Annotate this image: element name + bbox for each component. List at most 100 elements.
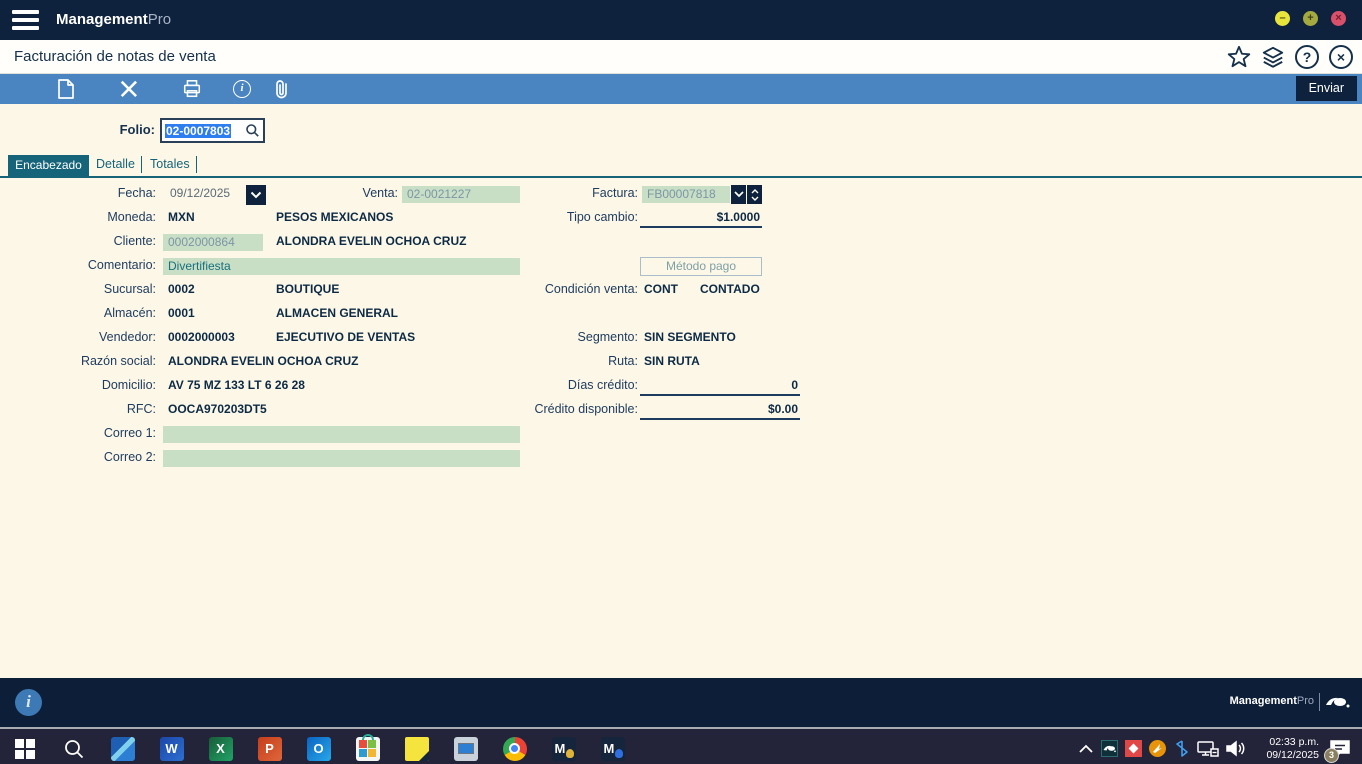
layers-icon[interactable] bbox=[1260, 44, 1286, 70]
search-icon[interactable] bbox=[245, 123, 260, 138]
tab-encabezado[interactable]: Encabezado bbox=[8, 155, 89, 176]
taskbar-clock[interactable]: 02:33 p.m. 09/12/2025 bbox=[1253, 736, 1319, 762]
tray-chevron-up-icon[interactable] bbox=[1078, 744, 1094, 754]
managementpro-app-gold-icon[interactable]: M bbox=[539, 731, 588, 764]
start-button[interactable] bbox=[0, 731, 49, 764]
cliente-name: ALONDRA EVELIN OCHOA CRUZ bbox=[276, 234, 466, 248]
notification-center-icon[interactable]: 3 bbox=[1326, 737, 1354, 761]
help-glyph: ? bbox=[1295, 45, 1319, 69]
send-button[interactable]: Enviar bbox=[1296, 76, 1357, 101]
almacen-code: 0001 bbox=[168, 306, 195, 320]
moneda-code: MXN bbox=[168, 210, 195, 224]
brand-bold: Management bbox=[56, 11, 148, 28]
cancel-icon[interactable] bbox=[118, 78, 140, 100]
factura-spinner-button[interactable] bbox=[747, 185, 762, 204]
comentario-label: Comentario: bbox=[0, 258, 156, 272]
page-header: Facturación de notas de venta ? × bbox=[0, 40, 1362, 74]
tray-network-icon[interactable] bbox=[1197, 740, 1219, 758]
managementpro-app-blue-icon[interactable]: M bbox=[588, 731, 637, 764]
blue-diagonal-app-icon[interactable] bbox=[98, 731, 147, 764]
vendedor-code: 0002000003 bbox=[168, 330, 235, 344]
moneda-name: PESOS MEXICANOS bbox=[276, 210, 393, 224]
tray-orange-swoosh-icon[interactable] bbox=[1149, 740, 1166, 757]
sticky-notes-icon[interactable] bbox=[392, 731, 441, 764]
comentario-field[interactable]: Divertifiesta bbox=[163, 258, 520, 275]
title-bar: ManagementPro – + × bbox=[0, 0, 1362, 40]
chrome-icon[interactable] bbox=[490, 731, 539, 764]
segmento-label: Segmento: bbox=[420, 330, 638, 344]
taskbar-search-icon[interactable] bbox=[49, 731, 98, 764]
footer-info-icon[interactable]: i bbox=[15, 689, 42, 716]
fecha-label: Fecha: bbox=[0, 186, 156, 200]
tab-divider bbox=[196, 156, 197, 173]
help-icon[interactable]: ? bbox=[1294, 44, 1320, 70]
page-title: Facturación de notas de venta bbox=[14, 48, 216, 65]
folio-value: 02-0007803 bbox=[165, 124, 231, 138]
brand-light: Pro bbox=[148, 11, 171, 28]
windows-taskbar: W X P O M M bbox=[0, 727, 1362, 764]
footer-brand: ManagementPro bbox=[1230, 695, 1314, 707]
minimize-button[interactable]: – bbox=[1275, 11, 1290, 26]
sucursal-name: BOUTIQUE bbox=[276, 282, 339, 296]
credito-disponible-value[interactable]: $0.00 bbox=[640, 402, 800, 420]
correo2-field[interactable] bbox=[163, 450, 520, 467]
footer-brand-bold: Management bbox=[1230, 695, 1297, 707]
fecha-value[interactable]: 09/12/2025 bbox=[170, 186, 230, 200]
powerpoint-icon[interactable]: P bbox=[245, 731, 294, 764]
clock-time: 02:33 p.m. bbox=[1253, 736, 1319, 749]
dias-credito-value[interactable]: 0 bbox=[640, 378, 800, 396]
footer-logo-icon bbox=[1324, 693, 1350, 711]
info-icon[interactable]: i bbox=[231, 78, 253, 100]
remote-desktop-icon[interactable] bbox=[441, 731, 490, 764]
tab-detalle[interactable]: Detalle bbox=[96, 157, 135, 175]
factura-dropdown-button[interactable] bbox=[731, 185, 746, 204]
rfc-label: RFC: bbox=[0, 402, 156, 416]
condicion-venta-label: Condición venta: bbox=[420, 282, 638, 296]
favorite-star-icon[interactable] bbox=[1226, 44, 1252, 70]
venta-label: Venta: bbox=[242, 186, 398, 200]
tab-totales[interactable]: Totales bbox=[150, 157, 190, 175]
folio-input[interactable]: 02-0007803 bbox=[160, 118, 265, 143]
excel-icon[interactable]: X bbox=[196, 731, 245, 764]
tray-red-diamond-icon[interactable] bbox=[1125, 740, 1142, 757]
segmento-value: SIN SEGMENTO bbox=[644, 330, 736, 344]
tab-divider bbox=[141, 156, 142, 173]
folio-label: Folio: bbox=[0, 122, 155, 137]
sucursal-label: Sucursal: bbox=[0, 282, 156, 296]
almacen-name: ALMACEN GENERAL bbox=[276, 306, 398, 320]
domicilio-label: Domicilio: bbox=[0, 378, 156, 392]
tray-managementpro-icon[interactable] bbox=[1101, 740, 1118, 757]
metodo-pago-button[interactable]: Método pago bbox=[640, 257, 762, 276]
tipo-cambio-label: Tipo cambio: bbox=[420, 210, 638, 224]
new-document-icon[interactable] bbox=[55, 78, 77, 100]
razon-social-label: Razón social: bbox=[0, 354, 156, 368]
ruta-value: SIN RUTA bbox=[644, 354, 700, 368]
close-page-icon[interactable]: × bbox=[1328, 44, 1354, 70]
app-brand: ManagementPro bbox=[56, 11, 171, 28]
tray-bluetooth-icon[interactable] bbox=[1173, 740, 1190, 757]
attachment-paperclip-icon[interactable] bbox=[271, 78, 293, 100]
condicion-venta-name: CONTADO bbox=[700, 282, 760, 296]
word-icon[interactable]: W bbox=[147, 731, 196, 764]
factura-field[interactable]: FB00007818 bbox=[642, 186, 730, 203]
correo2-label: Correo 2: bbox=[0, 450, 156, 464]
hamburger-menu-icon[interactable] bbox=[12, 10, 39, 30]
close-window-button[interactable]: × bbox=[1331, 11, 1346, 26]
footer-brand-light: Pro bbox=[1297, 695, 1314, 707]
close-glyph: × bbox=[1329, 45, 1353, 69]
cliente-label: Cliente: bbox=[0, 234, 156, 248]
tray-volume-icon[interactable] bbox=[1226, 740, 1246, 757]
condicion-venta-code: CONT bbox=[644, 282, 678, 296]
app-footer: i ManagementPro bbox=[0, 678, 1362, 727]
outlook-icon[interactable]: O bbox=[294, 731, 343, 764]
cliente-field[interactable]: 0002000864 bbox=[163, 234, 263, 251]
maximize-button[interactable]: + bbox=[1303, 11, 1318, 26]
notification-badge: 3 bbox=[1324, 748, 1339, 763]
toolbar: i Enviar bbox=[0, 74, 1362, 104]
ruta-label: Ruta: bbox=[420, 354, 638, 368]
razon-social-value: ALONDRA EVELIN OCHOA CRUZ bbox=[168, 354, 358, 368]
microsoft-store-icon[interactable] bbox=[343, 731, 392, 764]
correo1-field[interactable] bbox=[163, 426, 520, 443]
tipo-cambio-value[interactable]: $1.0000 bbox=[640, 210, 762, 228]
print-icon[interactable] bbox=[181, 78, 203, 100]
